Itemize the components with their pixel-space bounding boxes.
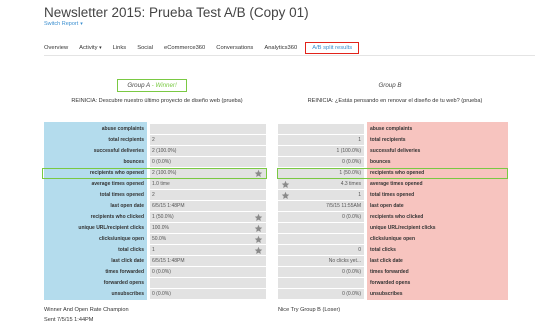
group-b-value-total-clicks: 0 (278, 245, 364, 255)
group-a-metric-recipients-who-clicked: recipients who clicked (90, 214, 144, 220)
group-a-value-total-times-opened: 2 (150, 190, 266, 200)
group-a-metric-total-times-opened: total times opened (99, 192, 144, 198)
group-b-heading: Group B (378, 82, 402, 89)
group-a-value-last-open-date: 6/5/15 1:48PM (150, 201, 266, 211)
group-b-metric-total-clicks: total clicks (370, 247, 396, 253)
group-b-metric-times-forwarded: times forwarded (370, 269, 409, 275)
switch-report-label: Switch Report (44, 21, 79, 27)
group-b-value-forwarded-opens (278, 278, 364, 288)
group-a-metric-last-open-date: last open date (110, 203, 144, 209)
group-a-metric-total-clicks: total clicks (118, 247, 144, 253)
group-a-title: Group A (127, 82, 150, 89)
tab-social[interactable]: Social (137, 42, 153, 54)
group-b-metric-unsubscribes: unsubscribes (370, 291, 403, 297)
tab-overview[interactable]: Overview (44, 42, 68, 54)
group-a-value-average-times-opened: 1.0 time (150, 179, 266, 189)
switch-report-link[interactable]: Switch Report ▾ (44, 21, 83, 27)
tab-analytics360[interactable]: Analytics360 (264, 42, 297, 54)
tab-activity[interactable]: Activity ▾ (79, 42, 102, 54)
group-a-metric-times-forwarded: times forwarded (105, 269, 144, 275)
nav-divider (44, 55, 535, 56)
group-a-metric-total-recipients: total recipients (108, 137, 144, 143)
group-a-metric-successful-deliveries: successful deliveries (93, 148, 144, 154)
group-a-opened-highlight (42, 168, 267, 179)
chevron-down-icon: ▾ (99, 45, 102, 51)
group-b-value-clicks-unique-open (278, 234, 364, 244)
tab-conversations[interactable]: Conversations (216, 42, 253, 54)
tab-activity-label: Activity (79, 45, 98, 51)
group-b-opened-highlight (277, 168, 508, 179)
winner-label: - Winner! (149, 82, 177, 89)
report-tabs: Overview Activity ▾ Links Social eCommer… (44, 42, 370, 54)
group-a-value-times-forwarded: 0 (0.0%) (150, 267, 266, 277)
star-icon (281, 191, 290, 200)
group-a-metric-unsubscribes: unsubscribes (111, 291, 144, 297)
group-b-subject: REINICIA: ¿Estás pensando en renovar el … (307, 98, 483, 104)
group-b-value-successful-deliveries: 1 (100.0%) (278, 146, 364, 156)
group-b-metric-last-open-date: last open date (370, 203, 404, 209)
group-b-value-times-forwarded: 0 (0.0%) (278, 267, 364, 277)
star-icon (254, 213, 263, 222)
group-b-metric-recipients-who-clicked: recipients who clicked (370, 214, 424, 220)
tab-ecommerce360[interactable]: eCommerce360 (164, 42, 205, 54)
group-b-metric-total-times-opened: total times opened (370, 192, 415, 198)
tab-links[interactable]: Links (113, 42, 127, 54)
chevron-down-icon: ▾ (80, 21, 83, 27)
group-b-value-recipients-who-clicked: 0 (0.0%) (278, 212, 364, 222)
group-a-metric-forwarded-opens: forwarded opens (103, 280, 144, 286)
star-icon (281, 180, 290, 189)
group-a-value-bounces: 0 (0.0%) (150, 157, 266, 167)
group-a-sent-date: Sent 7/5/15 1:44PM (44, 317, 94, 323)
group-a-value-abuse-complaints (150, 124, 266, 134)
star-icon (254, 235, 263, 244)
tab-ab-split-results[interactable]: A/B split results (305, 42, 360, 54)
group-b-metric-bounces: bounces (370, 159, 391, 165)
star-icon (254, 224, 263, 233)
group-b-value-average-times-opened: 4.3 times (278, 179, 364, 189)
group-a-metric-last-click-date: last click date (111, 258, 144, 264)
group-a-metric-unique-url-recipient-clicks: unique URL/recipient clicks (78, 225, 144, 231)
group-a-heading: Group A - Winner! (117, 79, 187, 92)
group-a-value-last-click-date: 6/5/15 1:48PM (150, 256, 266, 266)
group-b-metric-clicks-unique-open: clicks/unique open (370, 236, 416, 242)
group-b-value-unsubscribes: 0 (0.0%) (278, 289, 364, 299)
group-a-metric-bounces: bounces (123, 159, 144, 165)
group-b-value-total-recipients: 1 (278, 135, 364, 145)
group-b-value-total-times-opened: 1 (278, 190, 364, 200)
group-b-footer: Nice Try Group B (Loser) (278, 307, 341, 313)
group-a-subject: REINICIA: Descubre nuestro último proyec… (71, 98, 243, 104)
group-a-footer: Winner And Open Rate Champion (44, 307, 129, 313)
group-a-value-unsubscribes: 0 (0.0%) (150, 289, 266, 299)
group-b-value-abuse-complaints (278, 124, 364, 134)
group-a-value-clicks-unique-open: 50.0% (150, 234, 266, 244)
group-b-metric-total-recipients: total recipients (370, 137, 406, 143)
group-a-value-total-recipients: 2 (150, 135, 266, 145)
group-a-metric-average-times-opened: average times opened (91, 181, 144, 187)
group-b-value-last-click-date: No clicks yet... (278, 256, 364, 266)
group-b-value-bounces: 0 (0.0%) (278, 157, 364, 167)
group-b-metric-average-times-opened: average times opened (370, 181, 423, 187)
group-a-value-successful-deliveries: 2 (100.0%) (150, 146, 266, 156)
page-title: Newsletter 2015: Prueba Test A/B (Copy 0… (44, 5, 309, 20)
group-b-metric-last-click-date: last click date (370, 258, 403, 264)
group-b-metric-unique-url-recipient-clicks: unique URL/recipient clicks (370, 225, 436, 231)
star-icon (254, 246, 263, 255)
group-a-value-total-clicks: 1 (150, 245, 266, 255)
group-a-value-recipients-who-clicked: 1 (50.0%) (150, 212, 266, 222)
group-a-metric-abuse-complaints: abuse complaints (101, 126, 144, 132)
group-b-metric-successful-deliveries: successful deliveries (370, 148, 421, 154)
group-b-metric-abuse-complaints: abuse complaints (370, 126, 413, 132)
group-b-metric-forwarded-opens: forwarded opens (370, 280, 411, 286)
group-a-metric-clicks-unique-open: clicks/unique open (98, 236, 144, 242)
group-b-value-unique-url-recipient-clicks (278, 223, 364, 233)
group-a-value-forwarded-opens (150, 278, 266, 288)
group-a-value-unique-url-recipient-clicks: 100.0% (150, 223, 266, 233)
group-b-value-last-open-date: 7/5/15 11:55AM (278, 201, 364, 211)
